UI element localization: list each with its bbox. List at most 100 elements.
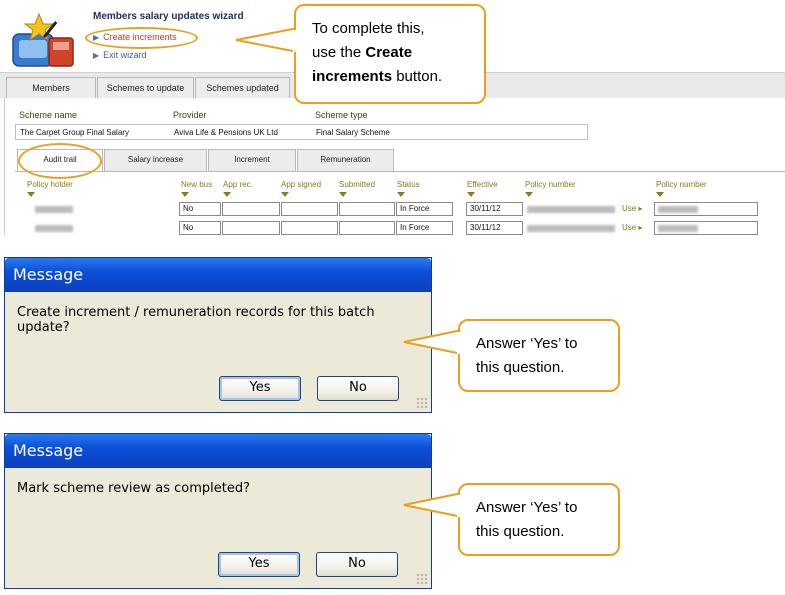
tab-schemes-updated[interactable]: Schemes updated bbox=[195, 77, 290, 99]
sort-triangle-icon bbox=[281, 192, 289, 197]
sort-triangle-icon bbox=[467, 192, 475, 197]
column-header-policy-number-2[interactable]: Policy number bbox=[656, 180, 707, 197]
scheme-detail-row: The Carpet Group Final Salary Aviva Life… bbox=[15, 124, 588, 140]
app-signed-cell[interactable] bbox=[281, 202, 338, 216]
wizard-body: Scheme name Provider Scheme type The Car… bbox=[4, 98, 785, 235]
wizard-title: Members salary updates wizard bbox=[93, 11, 244, 22]
column-header-label: Submitted bbox=[339, 180, 376, 189]
column-header-status[interactable]: Status bbox=[397, 180, 420, 197]
policy-number-redacted bbox=[527, 206, 615, 213]
new-bus-cell[interactable]: No bbox=[179, 221, 221, 235]
arrow-right-icon: ▶ bbox=[93, 51, 100, 60]
submitted-cell[interactable] bbox=[339, 221, 395, 235]
resize-grip-icon[interactable] bbox=[416, 397, 428, 409]
scheme-name-label: Scheme name bbox=[19, 110, 78, 120]
sort-triangle-icon bbox=[223, 192, 231, 197]
use-label: Use bbox=[622, 223, 637, 232]
callout-bold-text: Create bbox=[365, 44, 413, 61]
policy-number-redacted bbox=[527, 225, 615, 232]
sort-triangle-icon bbox=[656, 192, 664, 197]
arrow-right-icon: ▸ bbox=[638, 204, 643, 213]
exit-wizard-link[interactable]: ▶ Exit wizard bbox=[93, 50, 147, 60]
policy-holder-redacted bbox=[35, 206, 73, 213]
dialog-message: Create increment / remuneration records … bbox=[17, 305, 375, 335]
app-rec-cell[interactable] bbox=[222, 202, 280, 216]
callout-tail-join bbox=[457, 495, 461, 517]
policy-holder-redacted bbox=[35, 225, 73, 232]
callout-text: button. bbox=[392, 68, 443, 85]
scheme-type-label: Scheme type bbox=[315, 110, 368, 120]
audit-trail-grid: Policy holder New bus App rec. App signe… bbox=[15, 171, 785, 235]
dialog-titlebar[interactable]: Message bbox=[5, 434, 431, 468]
column-header-label: Policy holder bbox=[27, 180, 73, 189]
callout-line-1: Answer ‘Yes’ to bbox=[476, 499, 578, 516]
column-header-submitted[interactable]: Submitted bbox=[339, 180, 376, 197]
message-dialog-scheme-review: Message Mark scheme review as completed?… bbox=[4, 433, 432, 589]
dialog-body: Create increment / remuneration records … bbox=[5, 292, 431, 412]
wizard-logo-icon bbox=[12, 12, 74, 67]
column-header-policy-number[interactable]: Policy number bbox=[525, 180, 576, 197]
tab-remuneration[interactable]: Remuneration bbox=[297, 149, 394, 171]
sort-triangle-icon bbox=[339, 192, 347, 197]
effective-cell[interactable]: 30/11/12 bbox=[466, 202, 523, 216]
submitted-cell[interactable] bbox=[339, 202, 395, 216]
callout-create-increments: To complete this, use the Create increme… bbox=[294, 4, 486, 104]
use-label: Use bbox=[622, 204, 637, 213]
scheme-type-value: Final Salary Scheme bbox=[316, 128, 390, 137]
app-signed-cell[interactable] bbox=[281, 221, 338, 235]
use-link[interactable]: Use ▸ bbox=[622, 223, 642, 232]
callout-tail-dialog1 bbox=[403, 328, 463, 356]
column-header-app-signed[interactable]: App signed bbox=[281, 180, 321, 197]
policy-number-2-redacted bbox=[658, 225, 698, 232]
column-header-effective[interactable]: Effective bbox=[467, 180, 498, 197]
status-cell[interactable]: In Force bbox=[396, 202, 453, 216]
sort-triangle-icon bbox=[27, 192, 35, 197]
callout-line-2: use the Create bbox=[312, 41, 412, 65]
status-cell[interactable]: In Force bbox=[396, 221, 453, 235]
callout-tail-top bbox=[235, 26, 299, 54]
column-header-label: Effective bbox=[467, 180, 498, 189]
policy-number-2-redacted bbox=[658, 206, 698, 213]
tab-salary-increase[interactable]: Salary increase bbox=[104, 149, 207, 171]
callout-tail-dialog2 bbox=[403, 491, 463, 519]
no-button[interactable]: No bbox=[316, 552, 398, 577]
dialog-title: Message bbox=[13, 441, 84, 460]
yes-button[interactable]: Yes bbox=[218, 552, 300, 577]
callout-answer-yes-2: Answer ‘Yes’ to this question. bbox=[458, 483, 620, 556]
new-bus-cell[interactable]: No bbox=[179, 202, 221, 216]
column-header-label: App rec. bbox=[223, 180, 253, 189]
app-rec-cell[interactable] bbox=[222, 221, 280, 235]
effective-cell[interactable]: 30/11/12 bbox=[466, 221, 523, 235]
arrow-right-icon: ▸ bbox=[638, 223, 643, 232]
callout-bold-text: increments bbox=[312, 68, 393, 85]
tab-increment[interactable]: Increment bbox=[208, 149, 296, 171]
callout-line-1: To complete this, bbox=[312, 20, 425, 37]
column-header-new-bus[interactable]: New bus bbox=[181, 180, 213, 197]
scheme-name-value: The Carpet Group Final Salary bbox=[20, 128, 129, 137]
column-header-label: Policy number bbox=[656, 180, 707, 189]
create-increments-highlight bbox=[85, 27, 198, 49]
no-button[interactable]: No bbox=[317, 376, 399, 401]
callout-tail-join bbox=[457, 332, 461, 354]
column-header-app-rec[interactable]: App rec. bbox=[223, 180, 253, 197]
column-header-label: New bus bbox=[181, 180, 213, 189]
tab-members[interactable]: Members bbox=[6, 77, 96, 99]
column-header-policy-holder[interactable]: Policy holder bbox=[27, 180, 73, 197]
callout-line-1: Answer ‘Yes’ to bbox=[476, 335, 578, 352]
use-link[interactable]: Use ▸ bbox=[622, 204, 642, 213]
callout-answer-yes-1: Answer ‘Yes’ to this question. bbox=[458, 319, 620, 392]
provider-label: Provider bbox=[173, 110, 207, 120]
resize-grip-icon[interactable] bbox=[416, 573, 428, 585]
dialog-titlebar[interactable]: Message bbox=[5, 258, 431, 292]
sort-triangle-icon bbox=[525, 192, 533, 197]
table-row[interactable]: No In Force 30/11/12 Use ▸ bbox=[15, 221, 785, 235]
callout-line-2: this question. bbox=[476, 359, 565, 376]
column-header-label: Status bbox=[397, 180, 420, 189]
tab-schemes-to-update[interactable]: Schemes to update bbox=[97, 77, 194, 99]
provider-value: Aviva Life & Pensions UK Ltd bbox=[174, 128, 278, 137]
yes-button[interactable]: Yes bbox=[219, 376, 301, 401]
sort-triangle-icon bbox=[181, 192, 189, 197]
table-row[interactable]: No In Force 30/11/12 Use ▸ bbox=[15, 202, 785, 218]
sort-triangle-icon bbox=[397, 192, 405, 197]
callout-line-3: increments button. bbox=[312, 65, 442, 89]
